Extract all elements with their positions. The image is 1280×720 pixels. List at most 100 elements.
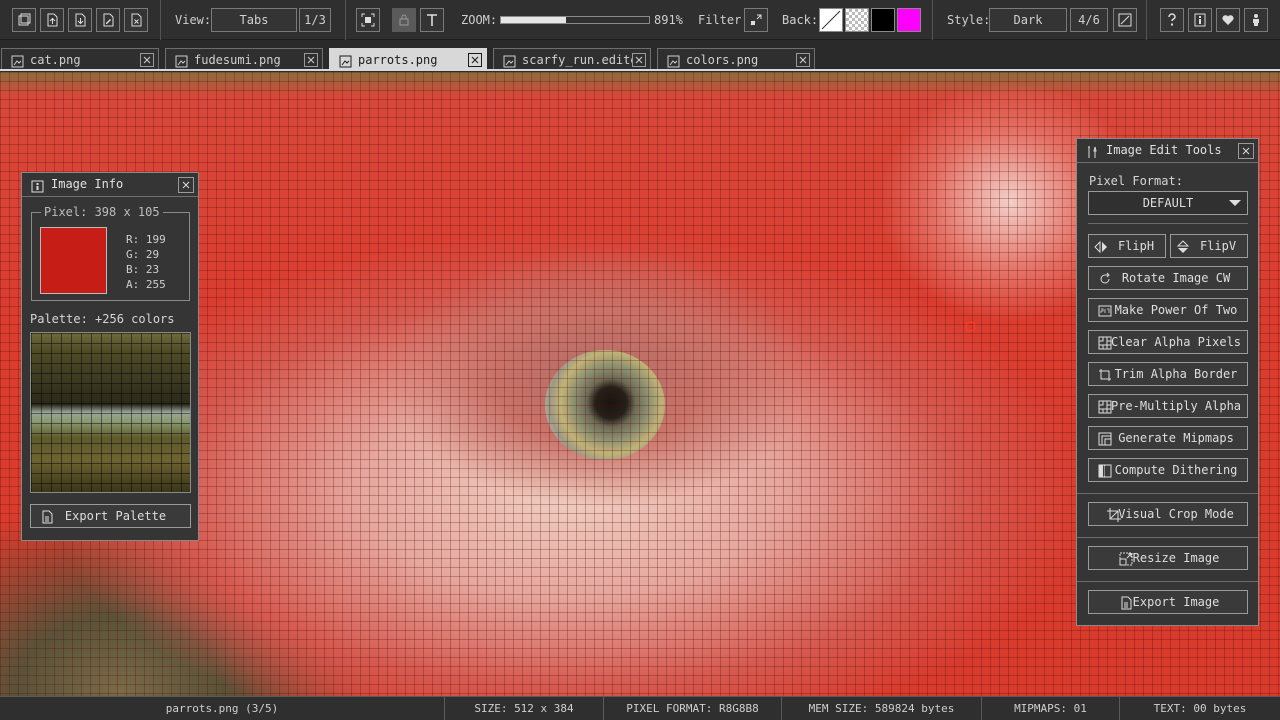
button-label: Make Power Of Two xyxy=(1114,303,1238,317)
background-label: Back: xyxy=(782,13,819,27)
pixel-color-swatch xyxy=(40,227,107,294)
background-black-swatch[interactable] xyxy=(871,8,895,32)
flip-horizontal-icon xyxy=(1094,239,1108,261)
close-icon[interactable] xyxy=(178,177,194,193)
button-label: Generate Mipmaps xyxy=(1118,431,1234,445)
zoom-slider-fill xyxy=(501,17,567,23)
tab-fudesumi-png[interactable]: fudesumi.png xyxy=(165,48,323,71)
style-toggle-icon[interactable] xyxy=(1113,8,1137,32)
close-icon[interactable] xyxy=(632,53,646,67)
style-selector[interactable]: Dark xyxy=(989,8,1067,32)
zoom-slider[interactable] xyxy=(500,16,650,24)
compute-dithering-button[interactable]: Compute Dithering xyxy=(1088,458,1248,482)
close-file-icon[interactable] xyxy=(124,8,148,32)
button-label: Trim Alpha Border xyxy=(1114,367,1238,381)
export-palette-button[interactable]: Export Palette xyxy=(30,504,191,528)
clear-alpha-pixels-button[interactable]: Clear Alpha Pixels xyxy=(1088,330,1248,354)
trim-alpha-border-button[interactable]: Trim Alpha Border xyxy=(1088,362,1248,386)
image-tab-bar: cat.png fudesumi.png parrots.png scarfy_… xyxy=(0,40,1280,71)
status-mipmaps: MIPMAPS: 01 xyxy=(982,697,1120,720)
export-image-button[interactable]: Export Image xyxy=(1088,590,1248,614)
pixel-format-value: DEFAULT xyxy=(1142,196,1194,210)
tools-divider xyxy=(1088,223,1248,224)
status-text-size: TEXT: 00 bytes xyxy=(1153,702,1247,715)
palette-label: Palette: +256 colors xyxy=(30,312,175,326)
button-label: Clear Alpha Pixels xyxy=(1110,335,1242,349)
button-label: FlipV xyxy=(1199,239,1237,253)
zoom-label: ZOOM: xyxy=(461,13,498,27)
pixel-format-dropdown[interactable]: DEFAULT xyxy=(1088,191,1248,215)
heart-icon[interactable] xyxy=(1216,8,1240,32)
text-icon[interactable] xyxy=(420,8,444,32)
flip-vertical-icon xyxy=(1176,239,1190,261)
pixel-coordinates: Pixel: 398 x 105 xyxy=(41,205,163,219)
crop-icon xyxy=(1107,507,1121,529)
close-icon[interactable] xyxy=(1238,143,1254,159)
close-icon[interactable] xyxy=(140,53,154,67)
panel-title: Image Info xyxy=(51,177,124,191)
style-counter[interactable]: 4/6 xyxy=(1070,8,1108,32)
make-power-of-two-button[interactable]: Make Power Of Two xyxy=(1088,298,1248,322)
alpha-checker-icon xyxy=(1098,335,1112,357)
tab-colors-png[interactable]: colors.png xyxy=(657,48,815,71)
background-magenta-swatch[interactable] xyxy=(897,8,921,32)
background-checker-swatch[interactable] xyxy=(845,8,869,32)
pre-multiply-alpha-button[interactable]: Pre-Multiply Alpha xyxy=(1088,394,1248,418)
button-label: Export Palette xyxy=(64,509,167,523)
flip-vertical-button[interactable]: FlipV xyxy=(1170,234,1248,258)
tab-scarfy-run[interactable]: scarfy_run.edited xyxy=(493,48,651,71)
tab-label: cat.png xyxy=(30,53,81,67)
save-file-icon[interactable] xyxy=(68,8,92,32)
tab-label: fudesumi.png xyxy=(194,53,281,67)
generate-mipmaps-button[interactable]: Generate Mipmaps xyxy=(1088,426,1248,450)
flip-horizontal-button[interactable]: FlipH xyxy=(1088,234,1166,258)
tools-icon xyxy=(1086,144,1099,167)
view-mode-counter[interactable]: 1/3 xyxy=(299,8,331,32)
button-label: Pre-Multiply Alpha xyxy=(1110,399,1242,413)
fit-screen-icon[interactable] xyxy=(356,8,380,32)
close-icon[interactable] xyxy=(468,53,482,67)
button-label: Visual Crop Mode xyxy=(1118,507,1234,521)
filter-label: Filter: xyxy=(698,13,749,27)
help-icon[interactable] xyxy=(1160,8,1184,32)
rotate-cw-button[interactable]: Rotate Image CW xyxy=(1088,266,1248,290)
view-label: View: xyxy=(175,13,212,27)
button-label: Rotate Image CW xyxy=(1121,271,1231,285)
tools-title-bar[interactable]: Image Edit Tools xyxy=(1077,139,1258,163)
tab-label: parrots.png xyxy=(358,53,438,67)
image-file-icon xyxy=(11,53,24,71)
pixel-blue-value: B: 23 xyxy=(126,263,160,276)
palette-grid[interactable] xyxy=(30,332,191,493)
tab-label: scarfy_run.edited xyxy=(522,53,645,67)
chevron-down-icon xyxy=(1229,200,1241,206)
trim-icon xyxy=(1098,367,1112,389)
alpha-checker-icon xyxy=(1098,399,1112,421)
main-toolbar: View: Tabs 1/3 ZOOM: 891% Filter: Back: … xyxy=(0,0,1280,40)
image-info-panel: Image Info Pixel: 398 x 105 R: 199 G: 29… xyxy=(21,172,199,541)
tab-parrots-png[interactable]: parrots.png xyxy=(329,48,487,71)
tab-cat-png[interactable]: cat.png xyxy=(1,48,159,71)
open-file-icon[interactable] xyxy=(40,8,64,32)
visual-crop-mode-button[interactable]: Visual Crop Mode xyxy=(1088,502,1248,526)
panel-title: Image Edit Tools xyxy=(1106,143,1222,157)
status-pixel-format: PIXEL FORMAT: R8G8B8 xyxy=(604,697,782,720)
new-file-icon[interactable] xyxy=(12,8,36,32)
view-mode-selector[interactable]: Tabs xyxy=(211,8,297,32)
resize-icon xyxy=(1119,551,1133,573)
pixel-cursor-marker xyxy=(966,322,975,331)
info-icon[interactable] xyxy=(1188,8,1212,32)
lock-icon[interactable] xyxy=(392,8,416,32)
status-bar: parrots.png (3/5) SIZE: 512 x 384 PIXEL … xyxy=(0,696,1280,720)
image-info-title-bar[interactable]: Image Info xyxy=(22,173,198,197)
pixel-format-label: Pixel Format: xyxy=(1089,174,1183,188)
close-icon[interactable] xyxy=(796,53,810,67)
zoom-value: 891% xyxy=(654,13,683,27)
background-white-swatch[interactable] xyxy=(819,8,843,32)
filter-icon[interactable] xyxy=(744,8,768,32)
close-icon[interactable] xyxy=(304,53,318,67)
edit-file-icon[interactable] xyxy=(96,8,120,32)
button-label: Resize Image xyxy=(1132,551,1220,565)
resize-image-button[interactable]: Resize Image xyxy=(1088,546,1248,570)
person-icon[interactable] xyxy=(1244,8,1268,32)
export-file-icon xyxy=(40,509,54,531)
